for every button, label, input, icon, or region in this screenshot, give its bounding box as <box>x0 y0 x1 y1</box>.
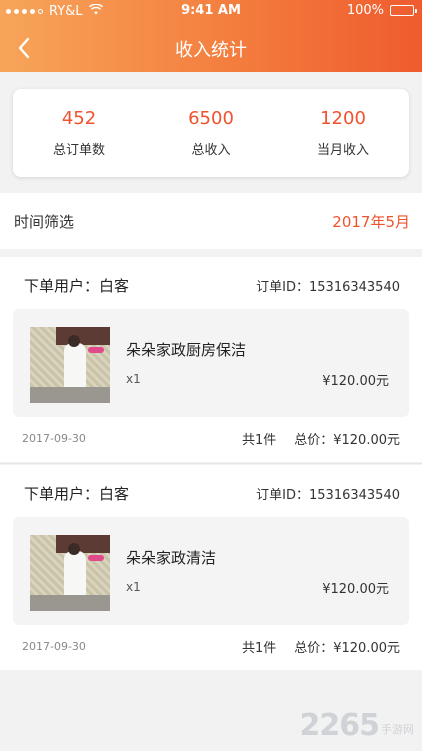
stat-total-orders: 452 总订单数 <box>13 89 145 177</box>
battery-percent: 100% <box>346 3 384 18</box>
watermark-number: 2265 <box>299 708 380 743</box>
stat-value: 452 <box>61 108 97 129</box>
divider <box>0 463 422 464</box>
order-total: 总价：¥120.00元 <box>294 433 400 448</box>
stat-label: 总收入 <box>191 143 231 158</box>
order-item[interactable]: 朵朵家政清洁 x1 ¥120.00元 <box>13 517 409 625</box>
nav-bar: 收入统计 <box>0 24 422 72</box>
stat-label: 当月收入 <box>316 143 369 158</box>
stat-value: 1200 <box>320 108 366 129</box>
order-user: 下单用户：白客 <box>24 277 130 295</box>
order-id: 订单ID：15316343540 <box>256 280 400 295</box>
product-thumbnail <box>30 535 110 611</box>
order-total: 总价：¥120.00元 <box>294 641 400 656</box>
order-date: 2017-09-30 <box>22 432 86 445</box>
order-card[interactable]: 下单用户：白客 订单ID：15316343540 朵朵家政清洁 x1 ¥120.… <box>0 465 422 670</box>
stat-value: 6500 <box>188 108 234 129</box>
order-item[interactable]: 朵朵家政厨房保洁 x1 ¥120.00元 <box>13 309 409 417</box>
stat-total-income: 6500 总收入 <box>145 89 277 177</box>
item-price: ¥120.00元 <box>322 374 389 389</box>
page-title: 收入统计 <box>175 40 247 61</box>
battery-icon <box>390 5 417 16</box>
time-filter[interactable]: 时间筛选 2017年5月 <box>0 193 422 249</box>
item-name: 朵朵家政厨房保洁 <box>126 341 247 359</box>
order-footer: 2017-09-30 共1件 总价：¥120.00元 <box>22 429 400 448</box>
order-count: 共1件 <box>241 433 277 448</box>
order-summary: 共1件 总价：¥120.00元 <box>242 429 400 448</box>
order-date: 2017-09-30 <box>22 640 86 653</box>
order-card[interactable]: 下单用户：白客 订单ID：15316343540 朵朵家政厨房保洁 x1 ¥12… <box>0 257 422 462</box>
product-thumbnail <box>30 327 110 403</box>
order-user: 下单用户：白客 <box>24 485 130 503</box>
status-bar: RY&L 9:41 AM 100% <box>0 0 422 24</box>
item-name: 朵朵家政清洁 <box>126 549 217 567</box>
stat-label: 总订单数 <box>52 143 105 158</box>
app-header: RY&L 9:41 AM 100% 收入统计 <box>0 0 422 72</box>
stat-month-income: 1200 当月收入 <box>277 89 409 177</box>
watermark-logo: 2265 手游网 <box>300 708 415 743</box>
order-id: 订单ID：15316343540 <box>256 488 400 503</box>
filter-date-selector[interactable]: 2017年5月 <box>332 211 410 232</box>
order-header: 下单用户：白客 订单ID：15316343540 <box>24 275 400 296</box>
watermark-text: 手游网 <box>381 723 414 736</box>
filter-label: 时间筛选 <box>14 212 75 231</box>
status-right: 100% <box>346 3 417 18</box>
item-quantity: x1 <box>126 372 141 386</box>
item-price: ¥120.00元 <box>322 582 389 597</box>
order-count: 共1件 <box>241 641 277 656</box>
order-header: 下单用户：白客 订单ID：15316343540 <box>24 483 400 504</box>
order-footer: 2017-09-30 共1件 总价：¥120.00元 <box>22 637 400 656</box>
order-summary: 共1件 总价：¥120.00元 <box>242 637 400 656</box>
stats-card: 452 总订单数 6500 总收入 1200 当月收入 <box>13 89 409 177</box>
item-quantity: x1 <box>126 580 141 594</box>
